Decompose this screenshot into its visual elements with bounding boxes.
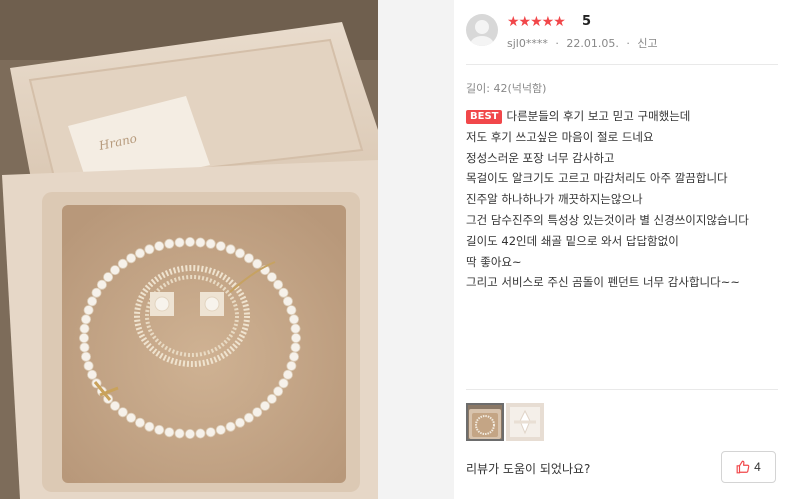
photo-thumbnails xyxy=(466,403,544,443)
pearl xyxy=(103,272,114,283)
pearl xyxy=(252,258,263,269)
pearl xyxy=(83,360,94,371)
pearl xyxy=(195,428,206,439)
pearl xyxy=(91,287,102,298)
rating-value: 5 xyxy=(582,14,592,29)
pearl xyxy=(273,386,284,397)
thumbs-up-icon xyxy=(736,460,750,474)
pearl xyxy=(266,272,277,283)
pearl xyxy=(117,407,128,418)
pearl xyxy=(79,332,90,343)
pearl xyxy=(110,400,121,411)
pearl xyxy=(205,238,216,249)
review-line: 진주알 하나하나가 깨끗하지는않으나 xyxy=(466,192,643,207)
pearl xyxy=(83,305,94,316)
pearl xyxy=(174,428,185,439)
photo-gutter xyxy=(378,0,454,499)
pearl xyxy=(282,369,293,380)
pearl xyxy=(266,393,277,404)
pearl xyxy=(290,342,301,353)
best-badge: BEST xyxy=(466,110,503,124)
pearl xyxy=(286,360,297,371)
review-line: 그건 담수진주의 특성상 있는것이라 별 신경쓰이지않습니다 xyxy=(466,212,749,227)
pearl xyxy=(215,241,226,252)
pearl xyxy=(154,424,165,435)
pearl xyxy=(290,323,301,334)
review-photo: Hrano xyxy=(0,0,378,499)
pearl xyxy=(215,424,226,435)
review-meta: sjl0**** · 22.01.05. · 신고 xyxy=(507,35,662,51)
pearl xyxy=(164,238,175,249)
review-line: 딱 좋아요~ xyxy=(466,254,522,269)
review-line: 저도 후기 쓰고싶은 마음이 절로 드네요 xyxy=(466,129,654,144)
pearl xyxy=(288,351,299,362)
pearl xyxy=(87,296,98,307)
product-option: 길이: 42(넉넉함) xyxy=(466,82,547,95)
report-link[interactable]: 신고 xyxy=(637,37,657,50)
pearl xyxy=(225,421,236,432)
pearl xyxy=(81,351,92,362)
pearl xyxy=(282,296,293,307)
pearl xyxy=(96,279,107,290)
thumbnail-pendant-image xyxy=(506,403,544,441)
pearl xyxy=(225,244,236,255)
helpful-question: 리뷰가 도움이 되었나요? xyxy=(466,462,591,476)
pearl xyxy=(290,332,301,343)
thumbs-divider xyxy=(466,389,778,390)
pearl xyxy=(126,253,137,264)
pearl xyxy=(144,421,155,432)
pearl xyxy=(184,236,195,247)
review-date: 22.01.05. xyxy=(566,37,619,50)
like-count: 4 xyxy=(754,460,761,474)
pearl xyxy=(79,342,90,353)
thumbnail-1[interactable] xyxy=(466,403,504,441)
pearl xyxy=(81,314,92,325)
pearl xyxy=(259,400,270,411)
pearl xyxy=(174,237,185,248)
pearl xyxy=(154,241,165,252)
review-viewer: Hrano ★★★★★ 5 sjl0**** · 22.01.05. · 신고 … xyxy=(0,0,792,499)
review-line: 정성스러운 포장 너무 감사하고 xyxy=(466,150,615,165)
user-avatar-icon xyxy=(466,14,498,46)
meta-separator-2: · xyxy=(626,37,630,50)
review-line: 길이도 42인데 쇄골 밑으로 와서 답답함없이 xyxy=(466,233,679,248)
review-panel: ★★★★★ 5 sjl0**** · 22.01.05. · 신고 길이: 42… xyxy=(454,0,792,499)
header-divider xyxy=(466,64,778,65)
pearl xyxy=(286,305,297,316)
jewelry-box-illustration: Hrano xyxy=(0,0,378,499)
pearl xyxy=(234,417,245,428)
pearl xyxy=(195,237,206,248)
pearl xyxy=(164,427,175,438)
pearl xyxy=(134,417,145,428)
pearl xyxy=(79,323,90,334)
pearl xyxy=(110,265,121,276)
pearl xyxy=(234,248,245,259)
thumbnail-jewelry-image xyxy=(466,403,504,441)
pearl xyxy=(278,378,289,389)
reviewer-id: sjl0**** xyxy=(507,37,548,50)
pearl xyxy=(205,427,216,438)
pearl xyxy=(278,287,289,298)
pearl xyxy=(144,244,155,255)
pearl xyxy=(243,412,254,423)
review-text: BEST 다른분들의 후기 보고 믿고 구매했는데 저도 후기 쓰고싶은 마음이 … xyxy=(466,106,786,293)
like-button[interactable]: 4 xyxy=(721,451,776,483)
meta-separator: · xyxy=(555,37,559,50)
pearl xyxy=(288,314,299,325)
pearl xyxy=(243,253,254,264)
pearl xyxy=(184,428,195,439)
review-line: 그리고 서비스로 주신 곰돌이 펜던트 너무 감사합니다~~ xyxy=(466,275,740,290)
review-line: 목걸이도 알크기도 고르고 마감처리도 아주 깔끔합니다 xyxy=(466,171,728,186)
pearl xyxy=(134,248,145,259)
pearl xyxy=(252,407,263,418)
review-line-text: 다른분들의 후기 보고 믿고 구매했는데 xyxy=(506,109,691,123)
pearl xyxy=(273,279,284,290)
review-line: BEST 다른분들의 후기 보고 믿고 구매했는데 xyxy=(466,106,786,127)
pearl xyxy=(87,369,98,380)
pearl xyxy=(117,258,128,269)
star-rating: ★★★★★ xyxy=(507,14,566,30)
pearl xyxy=(126,412,137,423)
thumbnail-2[interactable] xyxy=(506,403,544,441)
